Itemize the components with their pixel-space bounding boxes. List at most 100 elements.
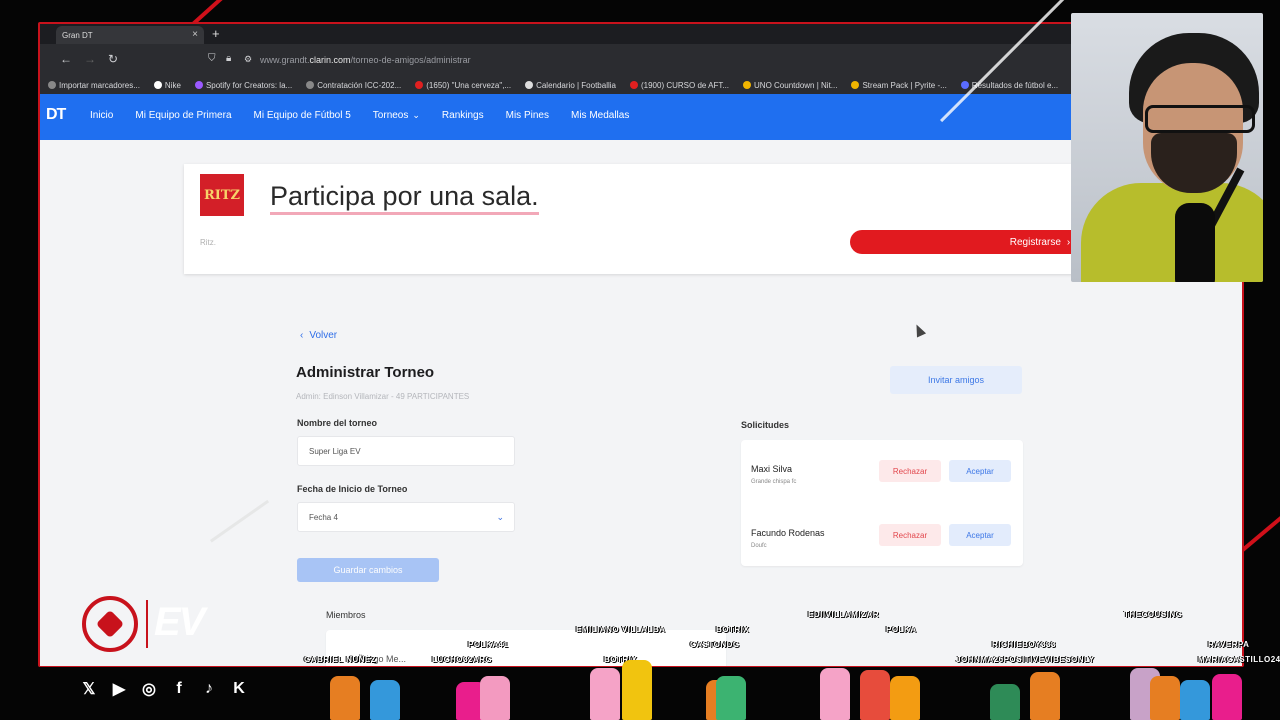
bookmark-label: Spotify for Creators: la... xyxy=(205,80,293,90)
viewer-name: EDIIVILLAMIZAR xyxy=(808,610,879,619)
forward-arrow-icon[interactable]: → xyxy=(84,52,96,66)
bookmark-label: Contratación ICC-202... xyxy=(317,80,402,90)
ev-logo-text: EV xyxy=(154,600,205,644)
viewer-name: POLKA xyxy=(886,625,917,634)
banner-brand: Ritz. xyxy=(200,238,216,247)
webcam-person-glasses xyxy=(1145,105,1255,133)
back-label: Volver xyxy=(309,330,338,341)
tournament-name-label: Nombre del torneo xyxy=(297,418,378,428)
accept-button[interactable]: Aceptar xyxy=(949,460,1011,482)
bookmark-favicon-icon xyxy=(960,81,969,89)
start-date-value: Fecha 4 xyxy=(309,513,338,522)
bookmark-favicon-icon xyxy=(48,81,56,89)
bookmark-item[interactable]: Stream Pack | Pyrite -... xyxy=(851,80,947,90)
bookmark-item[interactable]: Importar marcadores... xyxy=(48,81,140,90)
register-label: Registrarse xyxy=(1009,236,1061,248)
bookmark-favicon-icon xyxy=(743,81,752,89)
request-team: Grande chispa fc xyxy=(751,479,797,485)
viewer-sprite xyxy=(1030,672,1060,720)
bookmark-item[interactable]: Contratación ICC-202... xyxy=(306,81,401,90)
bookmark-label: Stream Pack | Pyrite -... xyxy=(862,80,947,90)
ritz-logo: RITZ xyxy=(200,174,244,216)
bookmark-label: UNO Countdown | Nit... xyxy=(754,80,838,90)
lock-icon[interactable]: 🔒︎ xyxy=(226,52,231,66)
close-icon[interactable]: × xyxy=(192,29,198,40)
chevron-right-icon: › xyxy=(1066,236,1071,248)
bookmark-favicon-icon xyxy=(306,81,315,89)
url-prefix: www.grandt. xyxy=(260,55,310,65)
nav-mis-pines[interactable]: Mis Pines xyxy=(506,110,549,121)
request-row: Maxi Silva Grande chispa fc Rechazar Ace… xyxy=(751,458,1013,498)
start-date-select[interactable]: Fecha 4 ⌄ xyxy=(297,502,515,532)
social-icons: 𝕏 ▶ ◎ f ♪ K xyxy=(78,678,250,700)
facebook-icon: f xyxy=(176,680,182,697)
site-navbar: DT Inicio Mi Equipo de Primera Mi Equipo… xyxy=(40,94,1242,140)
bookmark-item[interactable]: (1900) CURSO de AFT... xyxy=(629,80,730,90)
bookmark-item[interactable]: UNO Countdown | Nit... xyxy=(743,81,837,90)
tab-title: Gran DT xyxy=(62,31,93,40)
save-changes-button[interactable]: Guardar cambios xyxy=(297,558,439,582)
viewer-sprite xyxy=(622,660,652,720)
reject-button[interactable]: Rechazar xyxy=(879,460,941,482)
chevron-down-icon: ⌄ xyxy=(496,512,504,522)
bookmark-label: (1900) CURSO de AFT... xyxy=(640,80,730,90)
bookmark-favicon-icon xyxy=(629,81,638,89)
viewer-sprite xyxy=(890,676,920,720)
browser-tab[interactable]: Gran DT × xyxy=(56,26,204,44)
viewer-name: CASTONDG xyxy=(690,640,740,649)
new-tab-icon[interactable]: + xyxy=(212,26,220,41)
shield-icon[interactable]: ⛉ xyxy=(208,52,216,66)
viewer-name: GABRIEL NUÑEZ xyxy=(304,655,377,664)
nav-rankings[interactable]: Rankings xyxy=(442,110,484,121)
nav-inicio[interactable]: Inicio xyxy=(90,110,113,121)
gran-dt-logo[interactable]: DT xyxy=(46,106,68,128)
nav-torneos-label: Torneos xyxy=(372,110,409,121)
viewer-sprite xyxy=(1180,680,1210,720)
start-date-label: Fecha de Inicio de Torneo xyxy=(297,484,408,494)
accept-button[interactable]: Aceptar xyxy=(949,524,1011,546)
nav-mi-equipo-futbol5[interactable]: Mi Equipo de Fútbol 5 xyxy=(254,110,351,121)
reload-icon[interactable]: ↻ xyxy=(108,52,118,66)
bookmark-label: Nike xyxy=(164,80,181,90)
nav-torneos[interactable]: Torneos ⌄ xyxy=(373,110,420,121)
requests-label: Solicitudes xyxy=(741,420,790,430)
bookmark-item[interactable]: Nike xyxy=(153,80,181,90)
viewer-name: LUCHO32ARG xyxy=(432,655,493,664)
address-bar[interactable]: www.grandt.clarin.com/torneo-de-amigos/a… xyxy=(260,55,471,65)
url-domain: clarin.com xyxy=(309,55,351,65)
nav-mis-medallas[interactable]: Mis Medallas xyxy=(571,110,629,121)
tournament-name-input[interactable]: Super Liga EV xyxy=(297,436,515,466)
viewer-name: MARIACASTILLO24 xyxy=(1198,655,1280,664)
bookmark-item[interactable]: Calendario | Footballia xyxy=(525,81,616,90)
viewer-sprite xyxy=(820,668,850,720)
reject-button[interactable]: Rechazar xyxy=(879,524,941,546)
webcam-feed xyxy=(1071,13,1263,282)
tiktok-icon: ♪ xyxy=(205,680,213,697)
bookmark-item[interactable]: (1650) "Una cerveza",... xyxy=(415,81,511,90)
back-arrow-icon[interactable]: ← xyxy=(60,52,72,66)
bookmark-label: (1650) "Una cerveza",... xyxy=(426,80,512,90)
admin-info: Admin: Edinson Villamizar - 49 PARTICIPA… xyxy=(296,392,470,401)
viewer-sprite xyxy=(1212,674,1242,720)
back-link[interactable]: ‹ Volver xyxy=(300,330,337,341)
viewer-name: RAVERPA xyxy=(1208,640,1250,649)
tab-bar: Gran DT × + xyxy=(40,24,1242,44)
bookmark-label: Importar marcadores... xyxy=(59,80,140,90)
invite-friends-button[interactable]: Invitar amigos xyxy=(890,366,1022,394)
banner-title: Participa por una sala. xyxy=(270,180,539,215)
bookmark-favicon-icon xyxy=(525,81,534,89)
tournament-name-value: Super Liga EV xyxy=(309,447,361,456)
page-settings-icon[interactable]: ⚙ xyxy=(244,52,252,66)
bookmark-label: Resultados de fútbol e... xyxy=(971,80,1059,90)
soccer-ball-icon xyxy=(82,596,138,652)
request-name: Facundo Rodenas xyxy=(751,528,825,538)
chevron-left-icon: ‹ xyxy=(300,330,304,341)
url-path: /torneo-de-amigos/administrar xyxy=(350,55,471,65)
browser-toolbar: ← → ↻ ⛉ 🔒︎ ⚙ www.grandt.clarin.com/torne… xyxy=(40,44,1242,76)
viewer-sprite xyxy=(330,676,360,720)
viewer-name: EMILIANO VILLALBA xyxy=(576,625,666,634)
nav-mi-equipo-primera[interactable]: Mi Equipo de Primera xyxy=(135,110,231,121)
bookmark-item[interactable]: Spotify for Creators: la... xyxy=(194,80,293,90)
ev-brand-logo: EV xyxy=(82,596,242,652)
members-label: Miembros xyxy=(326,610,366,620)
